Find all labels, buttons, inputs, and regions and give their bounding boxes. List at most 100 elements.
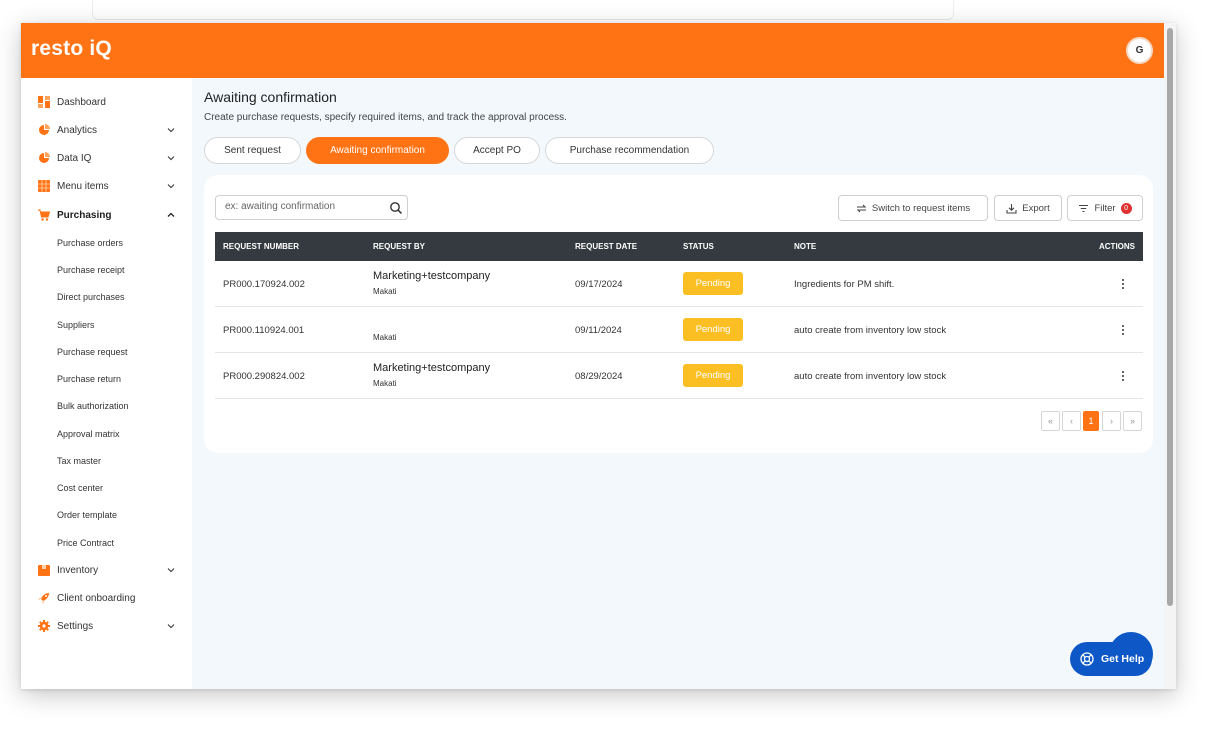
scrollbar-thumb[interactable] (1167, 28, 1173, 606)
more-actions-icon[interactable] (1117, 323, 1129, 337)
sidebar-subitem-purchase-orders[interactable]: Purchase orders (57, 235, 123, 251)
switch-to-request-items-button[interactable]: Switch to request items (838, 195, 988, 221)
sidebar: Dashboard Analytics Data IQ Menu items P… (21, 78, 192, 689)
pagination-first-button[interactable]: « (1041, 411, 1060, 431)
header-request-date[interactable]: REQUEST DATE (575, 242, 637, 251)
user-avatar[interactable]: G (1126, 37, 1153, 64)
sidebar-item-label: Purchasing (57, 209, 112, 221)
request-note: auto create from inventory low stock (794, 325, 947, 336)
sidebar-item-label: Settings (57, 620, 94, 632)
page-title: Awaiting confirmation (204, 89, 337, 105)
chevron-down-icon (167, 128, 175, 133)
header-status[interactable]: STATUS (683, 242, 714, 251)
sidebar-item-label: Data IQ (57, 152, 92, 164)
table-row[interactable]: PR000.290824.002 Marketing+testcompany M… (215, 353, 1143, 399)
tab-accept-po[interactable]: Accept PO (454, 137, 540, 164)
sidebar-item-analytics[interactable]: Analytics (38, 120, 176, 140)
get-help-button[interactable]: Get Help (1070, 642, 1152, 676)
status-badge: Pending (683, 364, 743, 387)
pagination-page-1[interactable]: 1 (1083, 411, 1099, 431)
header-note[interactable]: NOTE (794, 242, 816, 251)
sidebar-item-label: Menu items (57, 180, 109, 192)
request-by-location: Makati (373, 379, 397, 388)
top-header: resto iQ G (21, 23, 1164, 78)
request-number[interactable]: PR000.170924.002 (223, 279, 305, 290)
sidebar-subitem-approval-matrix[interactable]: Approval matrix (57, 426, 120, 442)
search-icon[interactable] (389, 201, 403, 215)
sidebar-item-settings[interactable]: Settings (38, 616, 176, 636)
sidebar-subitem-purchase-return[interactable]: Purchase return (57, 371, 121, 387)
filter-button[interactable]: Filter 0 (1067, 195, 1143, 221)
sidebar-item-client-onboarding[interactable]: Client onboarding (38, 588, 176, 608)
request-date: 09/11/2024 (575, 325, 622, 336)
tab-purchase-recommendation[interactable]: Purchase recommendation (545, 137, 714, 164)
table-header: REQUEST NUMBER REQUEST BY REQUEST DATE S… (215, 232, 1143, 261)
more-actions-icon[interactable] (1117, 277, 1129, 291)
sidebar-subitem-direct-purchases[interactable]: Direct purchases (57, 289, 125, 305)
app-window: resto iQ G Dashboard Analytics Data IQ M… (21, 23, 1176, 689)
sidebar-item-menu-items[interactable]: Menu items (38, 176, 176, 196)
sidebar-subitem-order-template[interactable]: Order template (57, 507, 117, 523)
vertical-scrollbar[interactable] (1164, 23, 1176, 689)
request-note: Ingredients for PM shift. (794, 279, 895, 290)
main-content: Awaiting confirmation Create purchase re… (192, 78, 1164, 689)
sidebar-subitem-tax-master[interactable]: Tax master (57, 453, 101, 469)
more-actions-icon[interactable] (1117, 369, 1129, 383)
sidebar-item-label: Dashboard (57, 96, 106, 108)
filter-icon (1079, 204, 1089, 212)
header-request-number[interactable]: REQUEST NUMBER (223, 242, 299, 251)
chevron-up-icon (167, 212, 175, 217)
header-request-by[interactable]: REQUEST BY (373, 242, 425, 251)
swap-icon (856, 204, 867, 212)
sidebar-item-data-iq[interactable]: Data IQ (38, 148, 176, 168)
sidebar-item-purchasing[interactable]: Purchasing (38, 205, 176, 225)
sidebar-item-label: Client onboarding (57, 592, 136, 604)
pagination-prev-button[interactable]: ‹ (1062, 411, 1081, 431)
header-actions: ACTIONS (1099, 242, 1135, 251)
filter-count-badge: 0 (1120, 202, 1132, 214)
sidebar-subitem-bulk-authorization[interactable]: Bulk authorization (57, 398, 129, 414)
search-input[interactable] (225, 201, 385, 212)
pagination-last-button[interactable]: » (1123, 411, 1142, 431)
pie-chart-icon (38, 152, 50, 164)
lifebuoy-icon (1080, 652, 1094, 666)
sidebar-subitem-purchase-receipt[interactable]: Purchase receipt (57, 262, 125, 278)
request-by-location: Makati (373, 333, 397, 342)
chevron-down-icon (167, 624, 175, 629)
sidebar-item-label: Inventory (57, 564, 99, 576)
sidebar-subitem-suppliers[interactable]: Suppliers (57, 317, 95, 333)
grid-icon (38, 180, 50, 192)
brand-logo[interactable]: resto iQ (31, 37, 112, 61)
sidebar-subitem-price-contract[interactable]: Price Contract (57, 535, 114, 551)
browser-top-strip (92, 0, 954, 20)
dashboard-icon (38, 96, 50, 108)
sidebar-item-inventory[interactable]: Inventory (38, 560, 176, 580)
get-help-label: Get Help (1101, 653, 1145, 665)
tab-sent-request[interactable]: Sent request (204, 137, 301, 164)
status-badge: Pending (683, 272, 743, 295)
pie-chart-icon (38, 124, 50, 136)
download-icon (1006, 203, 1017, 214)
request-date: 09/17/2024 (575, 279, 623, 290)
search-box (215, 195, 408, 220)
request-by-name: Marketing+testcompany (373, 362, 491, 374)
sidebar-item-dashboard[interactable]: Dashboard (38, 92, 176, 112)
request-number[interactable]: PR000.110924.001 (223, 325, 304, 336)
tab-awaiting-confirmation[interactable]: Awaiting confirmation (306, 137, 449, 164)
export-button[interactable]: Export (994, 195, 1062, 221)
cart-icon (38, 209, 50, 221)
chevron-down-icon (167, 156, 175, 161)
request-number[interactable]: PR000.290824.002 (223, 371, 305, 382)
request-note: auto create from inventory low stock (794, 371, 947, 382)
sidebar-subitem-purchase-request[interactable]: Purchase request (57, 344, 128, 360)
table-row[interactable]: PR000.170924.002 Marketing+testcompany M… (215, 261, 1143, 307)
export-label: Export (1022, 202, 1050, 214)
request-by-location: Makati (373, 287, 397, 296)
chevron-down-icon (167, 568, 175, 573)
sidebar-subitem-cost-center[interactable]: Cost center (57, 480, 103, 496)
rocket-icon (38, 592, 50, 604)
gear-icon (38, 620, 50, 632)
filter-label: Filter (1094, 202, 1116, 214)
table-row[interactable]: PR000.110924.001 Makati 09/11/2024 Pendi… (215, 307, 1143, 353)
pagination-next-button[interactable]: › (1102, 411, 1121, 431)
